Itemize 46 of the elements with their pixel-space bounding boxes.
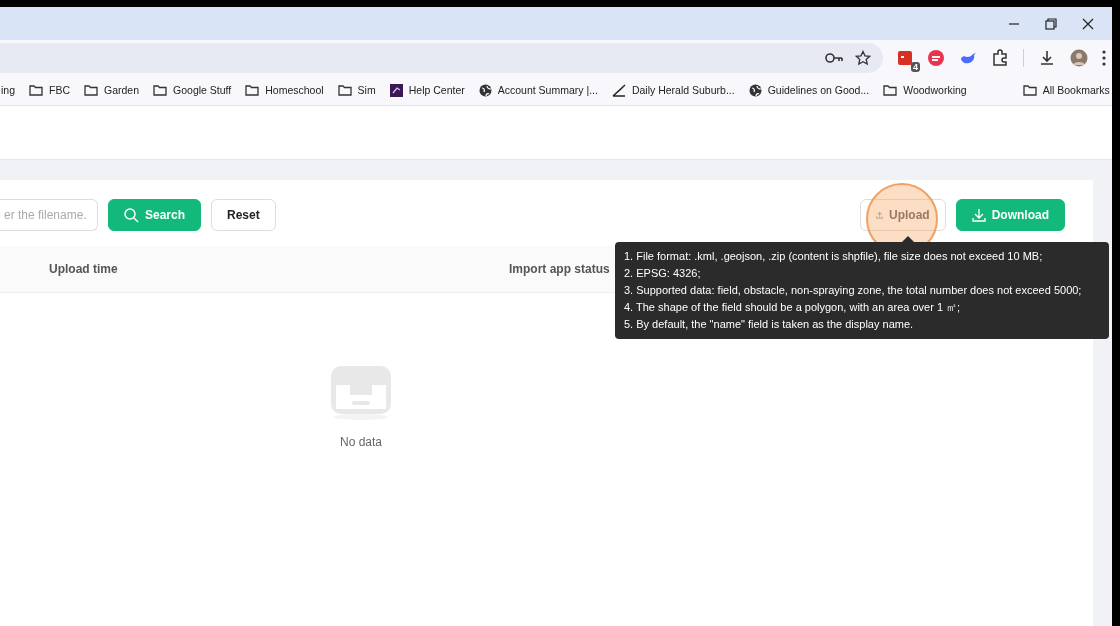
folder-icon (337, 84, 352, 96)
download-icon[interactable] (1038, 48, 1056, 67)
bookmark[interactable]: Daily Herald Suburb... (611, 83, 735, 97)
badge: 4 (911, 61, 920, 72)
globe-icon (748, 83, 762, 97)
app-icon (389, 83, 403, 97)
tooltip-line: 1. File format: .kml, .geojson, .zip (content is shpfile), file size does not exceed 10 MB; (624, 249, 1044, 264)
extensions-icon[interactable] (991, 48, 1009, 67)
folder-icon (1022, 84, 1037, 96)
empty-message: No data (340, 435, 382, 449)
bookmark[interactable]: All Bookmarks (1022, 84, 1110, 96)
bookmark[interactable]: Woodworking (883, 84, 967, 96)
lines-icon (611, 83, 626, 97)
star-icon[interactable] (855, 49, 871, 66)
close-button[interactable] (1080, 16, 1095, 31)
calendar-icon[interactable] (897, 49, 913, 66)
bookmark[interactable]: ing (1, 84, 15, 96)
bookmark[interactable]: FBC (29, 84, 70, 96)
tooltip-line: 3. Supported data: field, obstacle, non-spraying zone, the total number does not exceed 5000; (624, 283, 1083, 298)
search-icon (124, 207, 139, 223)
column-header: Upload time (49, 262, 119, 276)
folder-icon (883, 84, 898, 96)
tooltip-line: 5. By default, the "name" field is taken as the display name. (624, 317, 915, 332)
filename-field[interactable]: er the filename. (0, 199, 98, 231)
avatar[interactable] (1070, 48, 1088, 67)
bookmark[interactable]: Homeschool (245, 84, 324, 96)
more-menu-icon[interactable] (1102, 49, 1106, 66)
bookmark[interactable]: Help Center (389, 83, 465, 97)
folder-icon (245, 84, 260, 96)
tooltip-line: 2. EPSG: 4326; (624, 266, 702, 281)
column-header: Import app status (509, 262, 610, 276)
round-extension-icon[interactable] (927, 48, 945, 67)
restore-button[interactable] (1043, 16, 1058, 31)
reset-button[interactable]: Reset (211, 199, 276, 231)
download-icon (971, 208, 986, 222)
globe-icon (478, 83, 492, 97)
bookmark[interactable]: Garden (84, 84, 140, 96)
bookmark[interactable]: Sim (337, 84, 376, 96)
folder-icon (153, 84, 168, 96)
folder-icon (29, 84, 43, 96)
bookmark[interactable]: Account Summary |... (478, 83, 598, 97)
tooltip-line: 4. The shape of the field should be a polygon, with an area over 1 ㎡; (624, 300, 962, 315)
folder-icon (84, 84, 98, 96)
bookmark[interactable]: Guidelines on Good... (748, 83, 870, 97)
key-icon[interactable] (825, 51, 843, 64)
bookmark[interactable]: Google Stuff (153, 84, 232, 96)
